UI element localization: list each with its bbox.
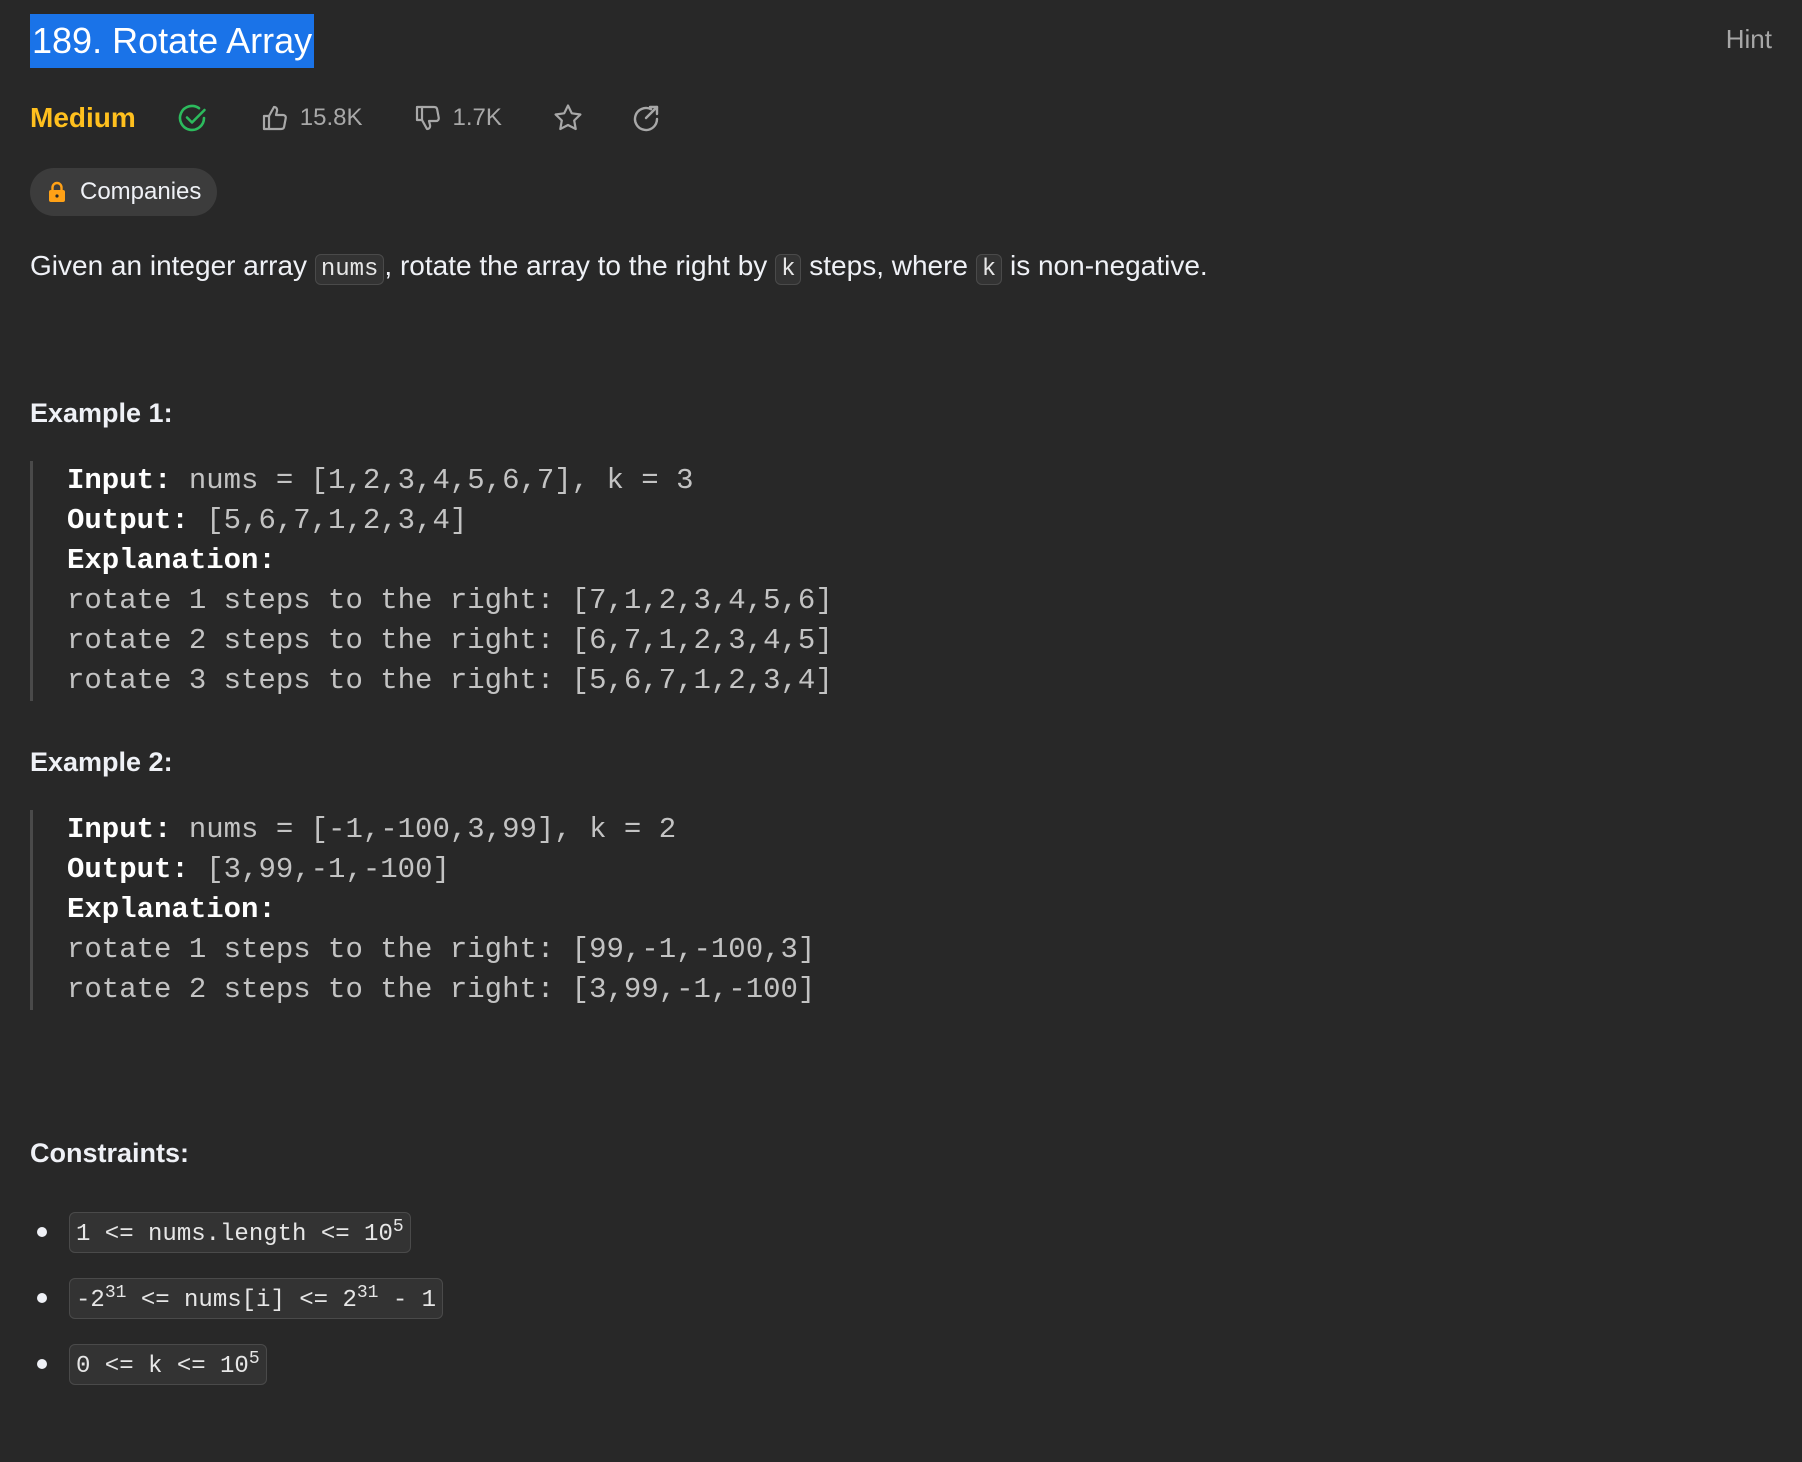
constraint-text: 0 <= k <= 10 bbox=[76, 1352, 249, 1380]
statement-text: Given an integer array bbox=[30, 250, 315, 281]
difficulty-badge: Medium bbox=[30, 102, 136, 133]
companies-button[interactable]: Companies bbox=[30, 168, 218, 216]
explanation-label-text: Explanation: bbox=[67, 893, 276, 926]
example-input-line: Input: nums = [-1,-100,3,99], k = 2 bbox=[67, 810, 1772, 850]
explanation-label: Explanation: bbox=[67, 541, 1772, 581]
bullet-dot bbox=[37, 1293, 47, 1303]
explanation-line: rotate 1 steps to the right: [7,1,2,3,4,… bbox=[67, 584, 833, 617]
constraints-list: 1 <= nums.length <= 105 -231 <= nums[i] … bbox=[30, 1209, 1772, 1387]
input-value: nums = [-1,-100,3,99], k = 2 bbox=[171, 813, 677, 846]
example-2-title: Example 2: bbox=[30, 747, 173, 777]
explanation-label: Explanation: bbox=[67, 890, 1772, 930]
constraint-text: -2 bbox=[76, 1286, 105, 1314]
example-1-block: Input: nums = [1,2,3,4,5,6,7], k = 3 Outp… bbox=[30, 461, 1772, 701]
statement-text: is non-negative. bbox=[1002, 250, 1208, 281]
bullet-dot bbox=[37, 1359, 47, 1369]
constraint-item: -231 <= nums[i] <= 231 - 1 bbox=[30, 1275, 1772, 1321]
constraint-exponent: 31 bbox=[356, 1282, 379, 1303]
explanation-line: rotate 1 steps to the right: [99,-1,-100… bbox=[67, 933, 816, 966]
hint-button[interactable]: Hint bbox=[1726, 24, 1772, 55]
star-icon[interactable] bbox=[552, 102, 584, 134]
dislike-button[interactable]: 1.7K bbox=[413, 103, 502, 133]
example-2-block: Input: nums = [-1,-100,3,99], k = 2 Outpu… bbox=[30, 810, 1772, 1010]
problem-title[interactable]: 189. Rotate Array bbox=[30, 14, 315, 68]
constraint-code: 0 <= k <= 105 bbox=[69, 1343, 267, 1385]
constraint-text: <= nums[i] <= 2 bbox=[126, 1286, 357, 1314]
share-icon[interactable] bbox=[630, 102, 662, 134]
explanation-line: rotate 2 steps to the right: [3,99,-1,-1… bbox=[67, 973, 816, 1006]
title-row: 189. Rotate Array Hint bbox=[30, 14, 1772, 70]
input-label: Input: bbox=[67, 464, 172, 497]
like-button[interactable]: 15.8K bbox=[260, 103, 363, 133]
output-label: Output: bbox=[67, 853, 189, 886]
bullet-dot bbox=[37, 1227, 47, 1237]
output-label: Output: bbox=[67, 504, 189, 537]
inline-code: nums bbox=[314, 254, 385, 285]
statement-text: steps, where bbox=[801, 250, 976, 281]
constraint-exponent: 5 bbox=[248, 1348, 260, 1369]
thumbs-down-icon bbox=[413, 103, 443, 133]
constraint-text: 1 <= nums.length <= 10 bbox=[76, 1220, 393, 1248]
constraints-title: Constraints: bbox=[30, 1138, 190, 1168]
input-label: Input: bbox=[67, 813, 172, 846]
explanation-line: rotate 2 steps to the right: [6,7,1,2,3,… bbox=[67, 624, 833, 657]
explanation-line: rotate 3 steps to the right: [5,6,7,1,2,… bbox=[67, 664, 833, 697]
lock-icon bbox=[46, 181, 68, 203]
constraint-item: 0 <= k <= 105 bbox=[30, 1341, 1772, 1387]
constraint-code: 1 <= nums.length <= 105 bbox=[69, 1211, 411, 1253]
example-input-line: Input: nums = [1,2,3,4,5,6,7], k = 3 bbox=[67, 461, 1772, 501]
check-circle-icon bbox=[176, 102, 208, 134]
dislike-count: 1.7K bbox=[452, 104, 502, 131]
example-output-line: Output: [5,6,7,1,2,3,4] bbox=[67, 501, 1772, 541]
example-output-line: Output: [3,99,-1,-100] bbox=[67, 850, 1772, 890]
constraint-exponent: 5 bbox=[392, 1216, 404, 1237]
constraint-code: -231 <= nums[i] <= 231 - 1 bbox=[69, 1277, 444, 1319]
example-1-title: Example 1: bbox=[30, 398, 173, 428]
problem-description-panel: 189. Rotate Array Hint Medium 15.8K 1.7K… bbox=[30, 14, 1772, 1407]
inline-code: k bbox=[775, 254, 802, 285]
thumbs-up-icon bbox=[260, 103, 290, 133]
like-count: 15.8K bbox=[299, 104, 363, 131]
statement-text: , rotate the array to the right by bbox=[384, 250, 776, 281]
problem-statement: Given an integer array nums, rotate the … bbox=[30, 246, 1772, 290]
constraint-exponent: 31 bbox=[104, 1282, 127, 1303]
output-value: [5,6,7,1,2,3,4] bbox=[188, 504, 468, 537]
output-value: [3,99,-1,-100] bbox=[188, 853, 450, 886]
explanation-label-text: Explanation: bbox=[67, 544, 276, 577]
constraint-text: - 1 bbox=[378, 1286, 437, 1314]
meta-row: Medium 15.8K 1.7K bbox=[30, 96, 1772, 140]
companies-label: Companies bbox=[80, 178, 202, 205]
input-value: nums = [1,2,3,4,5,6,7], k = 3 bbox=[171, 464, 694, 497]
constraint-item: 1 <= nums.length <= 105 bbox=[30, 1209, 1772, 1255]
inline-code: k bbox=[975, 254, 1003, 285]
